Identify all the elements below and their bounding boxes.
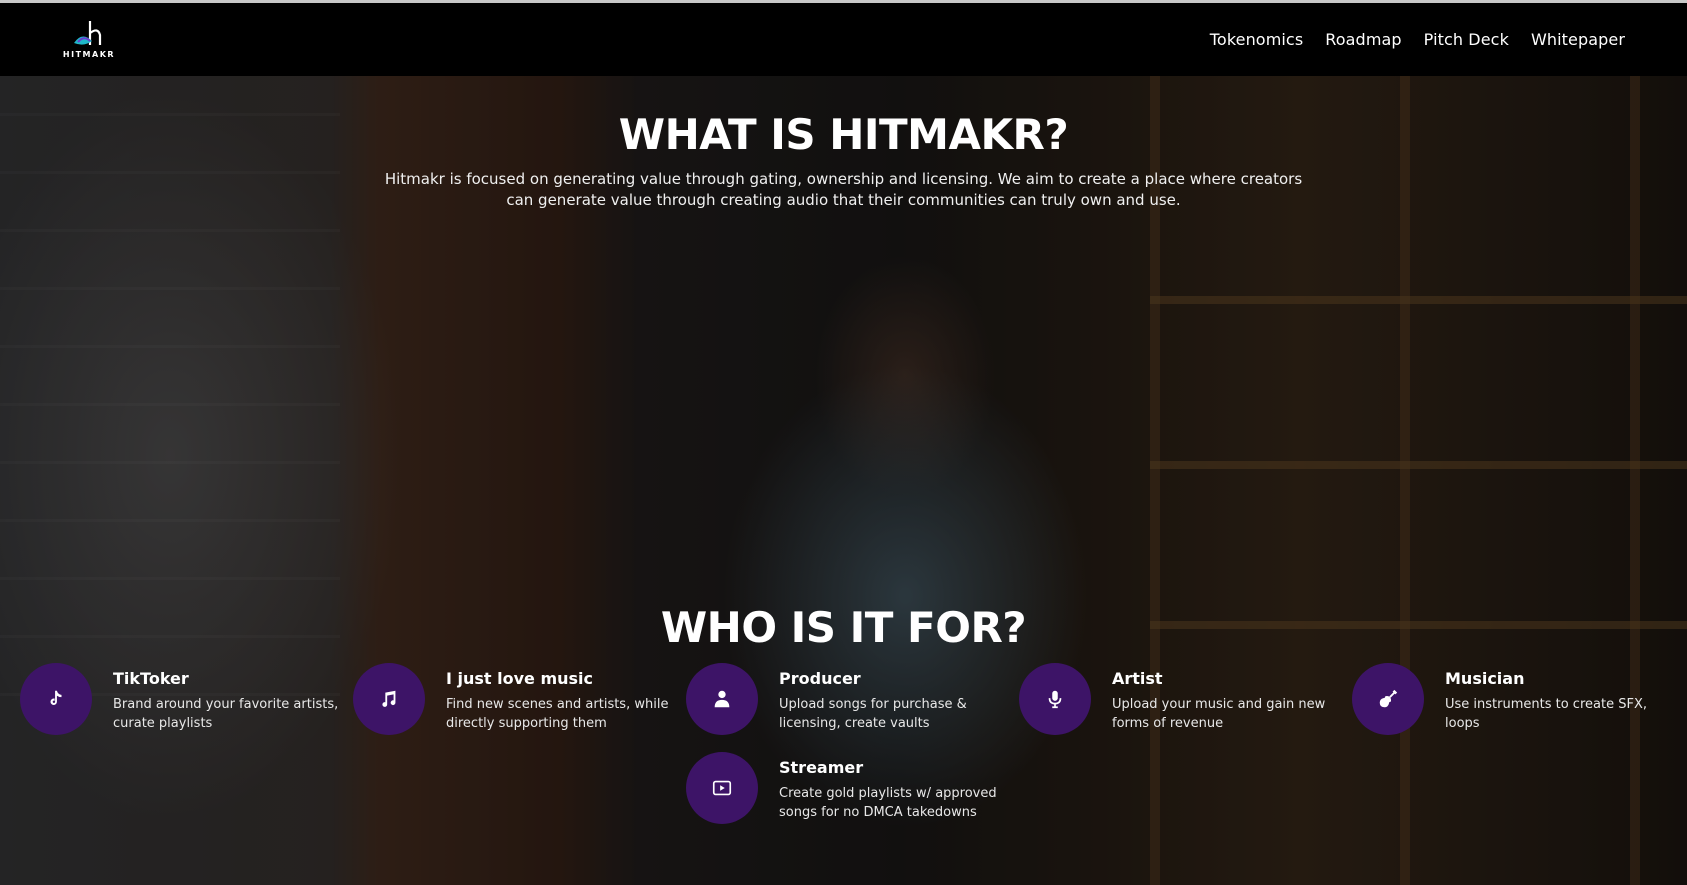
tiktok-icon bbox=[20, 663, 92, 735]
main-nav: Tokenomics Roadmap Pitch Deck Whitepaper bbox=[1210, 3, 1625, 76]
guitar-icon bbox=[1352, 663, 1424, 735]
audience-card-producer: Producer Upload songs for purchase & lic… bbox=[686, 663, 1006, 743]
nav-tokenomics[interactable]: Tokenomics bbox=[1210, 30, 1303, 49]
card-description: Use instruments to create SFX, loops bbox=[1445, 697, 1647, 731]
hitmakr-logo[interactable]: HITMAKR bbox=[60, 19, 118, 63]
nav-whitepaper[interactable]: Whitepaper bbox=[1531, 30, 1625, 49]
hero-title: WHAT IS HITMAKR? bbox=[618, 110, 1069, 159]
card-description: Find new scenes and artists, while direc… bbox=[446, 697, 669, 731]
card-title: Producer bbox=[779, 669, 861, 688]
play-screen-icon bbox=[686, 752, 758, 824]
audience-card-music-lover: I just love music Find new scenes and ar… bbox=[353, 663, 673, 743]
hero-intro: Hitmakr is focused on generating value t… bbox=[384, 170, 1303, 209]
audience-card-streamer: Streamer Create gold playlists w/ approv… bbox=[686, 752, 1006, 832]
site-header: HITMAKR Tokenomics Roadmap Pitch Deck Wh… bbox=[0, 3, 1687, 76]
music-note-icon bbox=[353, 663, 425, 735]
audience-title: WHO IS IT FOR? bbox=[660, 603, 1027, 652]
card-description: Create gold playlists w/ approved songs … bbox=[779, 786, 997, 820]
card-title: TikToker bbox=[113, 669, 189, 688]
user-icon bbox=[686, 663, 758, 735]
card-title: Musician bbox=[1445, 669, 1525, 688]
card-title: Streamer bbox=[779, 758, 864, 777]
nav-pitch-deck[interactable]: Pitch Deck bbox=[1424, 30, 1509, 49]
card-description: Upload your music and gain new forms of … bbox=[1112, 697, 1326, 731]
card-description: Brand around your favorite artists, cura… bbox=[113, 697, 339, 731]
card-description: Upload songs for purchase & licensing, c… bbox=[779, 697, 967, 731]
audience-card-musician: Musician Use instruments to create SFX, … bbox=[1352, 663, 1672, 743]
audience-card-artist: Artist Upload your music and gain new fo… bbox=[1019, 663, 1339, 743]
audience-card-tiktoker: TikToker Brand around your favorite arti… bbox=[20, 663, 340, 743]
brand-name: HITMAKR bbox=[62, 50, 116, 59]
microphone-icon bbox=[1019, 663, 1091, 735]
nav-roadmap[interactable]: Roadmap bbox=[1325, 30, 1401, 49]
card-title: I just love music bbox=[446, 669, 594, 688]
logo-mark-icon bbox=[74, 21, 102, 45]
card-title: Artist bbox=[1112, 669, 1163, 688]
